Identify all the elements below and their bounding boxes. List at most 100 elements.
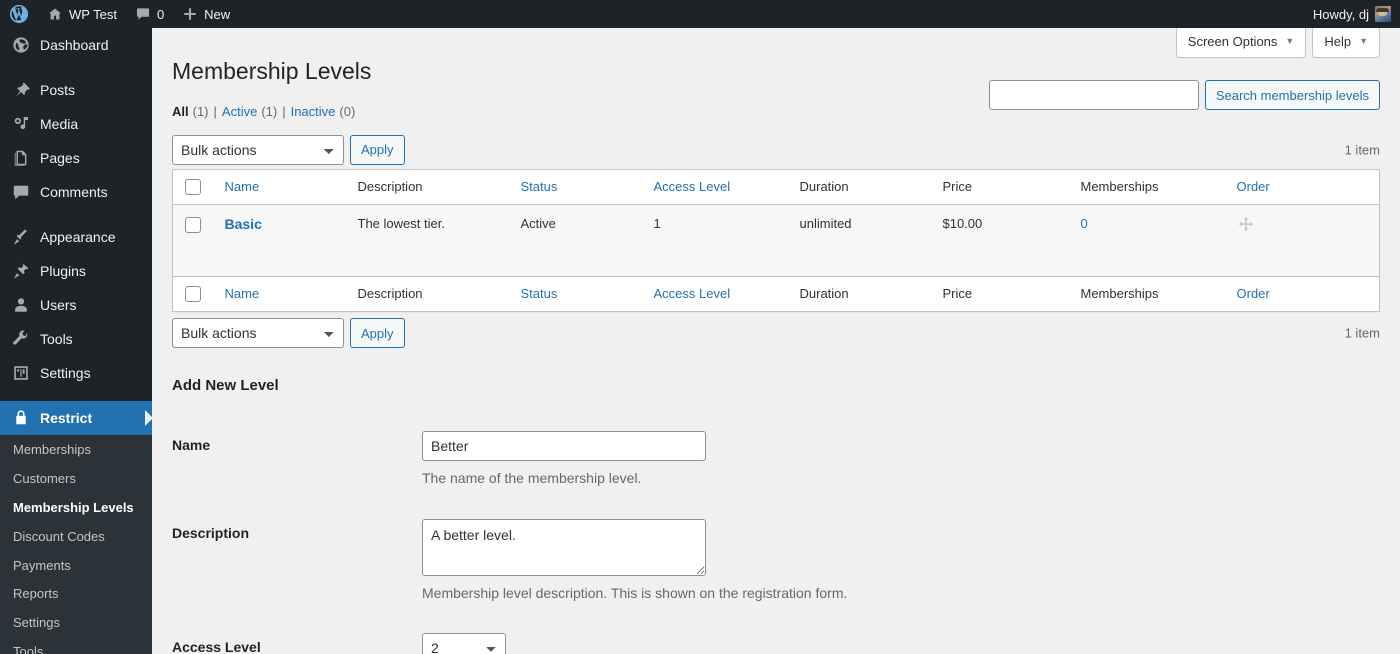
sort-link-name[interactable]: Name xyxy=(225,179,260,194)
name-description: The name of the membership level. xyxy=(422,470,642,487)
select-all-checkbox-bottom[interactable] xyxy=(185,286,201,303)
submenu-item-payments[interactable]: Payments xyxy=(0,552,152,581)
name-input[interactable] xyxy=(422,431,706,462)
view-separator: | xyxy=(213,103,217,119)
site-name-menu[interactable]: WP Test xyxy=(38,0,126,28)
column-footer-access-level[interactable]: Access Level xyxy=(644,277,790,312)
sidebar-item-posts[interactable]: Posts xyxy=(0,73,152,107)
sidebar-item-label: Media xyxy=(40,116,79,132)
search-box: Search membership levels xyxy=(988,80,1380,110)
howdy-label: Howdy, dj xyxy=(1312,6,1369,22)
label-name: Name xyxy=(172,437,211,454)
sort-link-order[interactable]: Order xyxy=(1237,179,1270,194)
sidebar-item-label: Users xyxy=(40,297,77,313)
cell-order xyxy=(1227,205,1380,277)
submenu-item-reports[interactable]: Reports xyxy=(0,580,152,609)
table-body: Basic The lowest tier. Active 1 unlimite… xyxy=(172,204,1380,277)
sort-link-status[interactable]: Status xyxy=(521,179,558,194)
submenu-item-settings[interactable]: Settings xyxy=(0,609,152,638)
column-footer-price: Price xyxy=(942,286,973,302)
column-header-access-level[interactable]: Access Level xyxy=(644,169,790,204)
column-header-memberships: Memberships xyxy=(1080,178,1159,194)
search-submit-button[interactable]: Search membership levels xyxy=(1204,80,1380,110)
sort-link-access-level-bottom[interactable]: Access Level xyxy=(654,286,731,301)
bulk-apply-button-bottom[interactable]: Apply xyxy=(350,318,405,349)
column-header-status[interactable]: Status xyxy=(511,169,644,204)
comments-menu[interactable]: 0 xyxy=(126,0,173,28)
home-icon xyxy=(47,6,63,22)
sidebar-item-settings[interactable]: Settings xyxy=(0,356,152,390)
admin-sidebar-menu: Dashboard Posts Media Pages Comments App… xyxy=(0,28,152,654)
wordpress-logo-button[interactable] xyxy=(0,0,38,28)
new-content-menu[interactable]: New xyxy=(173,0,239,28)
help-button[interactable]: Help ▼ xyxy=(1312,28,1380,58)
select-all-checkbox-top[interactable] xyxy=(185,179,201,196)
view-all-link[interactable]: All xyxy=(172,99,189,125)
view-active[interactable]: Active (1) | xyxy=(222,99,291,125)
column-header-order[interactable]: Order xyxy=(1227,169,1380,204)
access-level-select[interactable]: 2 xyxy=(422,633,506,654)
admin-bar: WP Test 0 New Howdy, dj xyxy=(0,0,1400,28)
cell-memberships: 0 xyxy=(1071,205,1227,277)
bulk-actions-select-bottom[interactable]: Bulk actions xyxy=(172,318,344,349)
label-access-level: Access Level xyxy=(172,639,261,654)
view-active-link[interactable]: Active xyxy=(222,99,257,125)
move-arrows-icon[interactable] xyxy=(1237,216,1255,234)
label-description: Description xyxy=(172,524,250,541)
screen-options-button[interactable]: Screen Options ▼ xyxy=(1175,28,1307,58)
bulk-apply-button-top[interactable]: Apply xyxy=(350,134,405,165)
sort-link-name-bottom[interactable]: Name xyxy=(225,286,260,301)
form-row-access-level: Access Level 2 Level of access this memb… xyxy=(172,618,1380,654)
sort-link-access-level[interactable]: Access Level xyxy=(654,179,731,194)
sidebar-item-pages[interactable]: Pages xyxy=(0,141,152,175)
submenu-item-customers[interactable]: Customers xyxy=(0,465,152,494)
bulk-actions-select-top[interactable]: Bulk actions xyxy=(172,134,344,165)
chevron-down-icon: ▼ xyxy=(1359,36,1368,46)
column-header-price: Price xyxy=(942,178,973,194)
sidebar-item-users[interactable]: Users xyxy=(0,288,152,322)
column-footer-status[interactable]: Status xyxy=(511,277,644,312)
submenu-item-membership-levels[interactable]: Membership Levels xyxy=(0,494,152,523)
sidebar-item-label: Settings xyxy=(40,365,91,381)
view-all[interactable]: All (1) | xyxy=(172,99,222,125)
view-inactive-link[interactable]: Inactive xyxy=(291,99,336,125)
screen-options-label: Screen Options xyxy=(1187,34,1278,49)
submenu-item-memberships[interactable]: Memberships xyxy=(0,436,152,465)
sidebar-item-tools[interactable]: Tools xyxy=(0,322,152,356)
sidebar-item-media[interactable]: Media xyxy=(0,107,152,141)
screen-meta-links: Screen Options ▼ Help ▼ xyxy=(1175,28,1380,58)
sort-link-status-bottom[interactable]: Status xyxy=(521,286,558,301)
sidebar-item-restrict[interactable]: Restrict xyxy=(0,401,152,435)
view-inactive[interactable]: Inactive (0) xyxy=(291,99,356,125)
level-name-link[interactable]: Basic xyxy=(225,216,262,232)
plug-icon xyxy=(11,261,31,281)
tablenav-top: Bulk actions Apply 1 item xyxy=(172,134,1380,165)
submenu-item-discount-codes[interactable]: Discount Codes xyxy=(0,523,152,552)
sort-link-order-bottom[interactable]: Order xyxy=(1237,286,1270,301)
column-footer-name[interactable]: Name xyxy=(215,277,348,312)
comment-bubble-icon xyxy=(135,6,151,22)
sidebar-item-plugins[interactable]: Plugins xyxy=(0,254,152,288)
pages-icon xyxy=(11,148,31,168)
restrict-submenu: Memberships Customers Membership Levels … xyxy=(0,435,152,654)
my-account-menu[interactable]: Howdy, dj xyxy=(1304,0,1400,28)
sidebar-item-label: Pages xyxy=(40,150,80,166)
new-label: New xyxy=(204,6,231,22)
description-textarea[interactable]: A better level. xyxy=(422,518,706,576)
column-footer-order[interactable]: Order xyxy=(1227,277,1380,312)
table-header-row: Name Description Status Access Level Dur… xyxy=(172,169,1380,205)
admin-bar-spacer xyxy=(239,0,1304,28)
help-label: Help xyxy=(1324,34,1352,49)
row-checkbox[interactable] xyxy=(185,216,201,233)
memberships-count-link[interactable]: 0 xyxy=(1081,216,1088,231)
submenu-item-tools[interactable]: Tools xyxy=(0,638,152,654)
column-header-name[interactable]: Name xyxy=(215,169,348,204)
search-input[interactable] xyxy=(988,80,1199,110)
sidebar-item-appearance[interactable]: Appearance xyxy=(0,220,152,254)
dashboard-icon xyxy=(11,35,31,55)
settings-sliders-icon xyxy=(11,363,31,383)
column-footer-memberships: Memberships xyxy=(1080,286,1159,302)
sidebar-item-dashboard[interactable]: Dashboard xyxy=(0,28,152,62)
displaying-num-bottom: 1 item xyxy=(1344,325,1380,341)
sidebar-item-comments[interactable]: Comments xyxy=(0,175,152,209)
